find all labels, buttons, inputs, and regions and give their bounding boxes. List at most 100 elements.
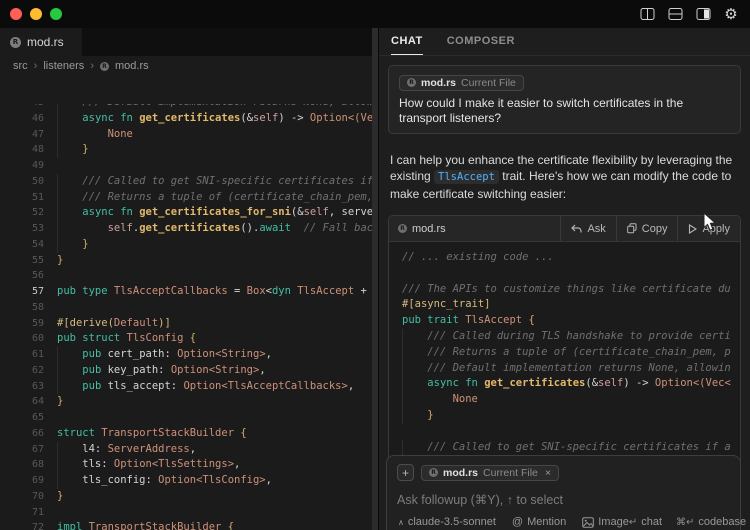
breadcrumb-item-modrs[interactable]: mod.rs (115, 60, 149, 72)
token: )] (158, 317, 171, 329)
send-chat-button[interactable]: ↵chat (629, 516, 662, 528)
copy-button[interactable]: Copy (616, 216, 678, 241)
zoom-button[interactable] (50, 8, 62, 20)
line-number: 68 (0, 457, 57, 473)
code-line: 57pub type TlsAcceptCallbacks = Box<dyn … (0, 284, 372, 300)
keyboard-shortcut: ↵ (629, 517, 637, 528)
token: } (57, 254, 63, 266)
code-line: 55} (0, 253, 372, 269)
token: l4: (57, 443, 108, 455)
token: , (266, 474, 272, 486)
code-line: 62 pub key_path: Option<String>, (0, 363, 372, 379)
line-number: 54 (0, 237, 57, 253)
token (57, 380, 82, 392)
line-number: 61 (0, 347, 57, 363)
line-number: 66 (0, 426, 57, 442)
at-sign-icon: @ (512, 516, 523, 528)
code-line: /// Returns a tuple of (certificate_chai… (402, 345, 740, 361)
code-line: async fn get_certificates(&self) -> Opti… (402, 376, 740, 392)
split-rows-icon-button[interactable] (666, 5, 684, 23)
line-number: 45 (0, 104, 57, 111)
ask-button[interactable]: Ask (560, 216, 615, 241)
code-line (402, 424, 740, 440)
send-codebase-button[interactable]: ⌘↵codebase∧ (676, 516, 750, 528)
tab-mod-rs[interactable]: R mod.rs (0, 28, 82, 56)
breadcrumb-item-src[interactable]: src (13, 60, 28, 72)
code-text: None (402, 392, 740, 408)
image-button-label: Image (598, 516, 629, 528)
line-number: 48 (0, 142, 57, 158)
user-question-text: How could I make it easier to switch cer… (399, 96, 730, 126)
code-line: 48 } (0, 142, 372, 158)
followup-input-box[interactable]: + R mod.rs Current File × Ask followup (… (386, 455, 741, 530)
token: } (57, 238, 89, 250)
code-line: 53 self.get_certificates().await // Fall… (0, 221, 372, 237)
image-button[interactable]: Image (582, 516, 629, 528)
followup-file-chip[interactable]: R mod.rs Current File × (421, 465, 559, 481)
mention-button-label: Mention (527, 516, 566, 528)
line-number: 52 (0, 205, 57, 221)
token: get_certificates (139, 222, 240, 234)
code-text: /// Returns a tuple of (certificate_chai… (402, 345, 740, 361)
chat-tabs: CHAT COMPOSER (379, 28, 750, 56)
rust-file-icon: R (429, 468, 438, 477)
code-text: pub trait TlsAccept { (402, 313, 740, 329)
token: self (253, 112, 278, 124)
code-line: // ... existing code ... (402, 250, 740, 266)
token: /// Default implementation returns None,… (402, 362, 731, 374)
token: get_certificates (484, 377, 585, 389)
token: await (259, 222, 291, 234)
token: /// Called to get SNI-specific certifica… (402, 441, 731, 453)
code-text: async fn get_certificates(&self) -> Opti… (402, 376, 740, 392)
split-columns-icon-button[interactable] (638, 5, 656, 23)
app-window: ⚙ R mod.rs src›listeners›Rmod.rs 45 /// … (0, 0, 750, 530)
breadcrumb-item-listeners[interactable]: listeners (43, 60, 84, 72)
token: Option<String> (177, 348, 266, 360)
line-number: 51 (0, 190, 57, 206)
toolbar-left: ∧claude-3.5-sonnet @ Mention Image (398, 516, 629, 528)
tab-composer[interactable]: COMPOSER (447, 28, 515, 55)
mention-button[interactable]: @ Mention (512, 516, 566, 528)
code-editor[interactable]: 45 /// Default implementation returns No… (0, 104, 372, 530)
model-selector[interactable]: ∧claude-3.5-sonnet (398, 516, 496, 528)
code-text: struct TransportStackBuilder { (57, 426, 372, 442)
breadcrumb-separator: › (34, 60, 38, 72)
chevron-up-icon: ∧ (398, 518, 404, 527)
close-button[interactable] (10, 8, 22, 20)
token: { (234, 427, 247, 439)
line-number: 58 (0, 300, 57, 316)
followup-placeholder[interactable]: Ask followup (⌘Y), ↑ to select (397, 492, 730, 507)
tab-chat[interactable]: CHAT (391, 28, 423, 55)
rust-file-icon: R (10, 37, 21, 48)
chip-close-icon[interactable]: × (545, 467, 551, 479)
minimize-button[interactable] (30, 8, 42, 20)
chip-label: Current File (483, 467, 538, 479)
line-number: 62 (0, 363, 57, 379)
add-context-button[interactable]: + (397, 464, 414, 481)
code-text: impl TransportStackBuilder { (57, 520, 372, 530)
keyboard-shortcut: ⌘↵ (676, 517, 694, 528)
code-line: 45 /// Default implementation returns No… (0, 104, 372, 111)
assistant-message: I can help you enhance the certificate f… (390, 152, 739, 203)
line-number: 50 (0, 174, 57, 190)
code-text: None (57, 127, 372, 143)
code-text: l4: ServerAddress, (57, 442, 372, 458)
code-line: 71 (0, 505, 372, 521)
settings-gear-icon-button[interactable]: ⚙ (722, 5, 740, 23)
token: , server_name (329, 206, 372, 218)
code-line (402, 266, 740, 282)
code-text: // ... existing code ... (402, 250, 740, 266)
line-number: 63 (0, 379, 57, 395)
code-text: async fn get_certificates(&self) -> Opti… (57, 111, 372, 127)
code-text: } (57, 489, 372, 505)
code-text (402, 424, 740, 440)
user-message: R mod.rs Current File How could I make i… (388, 65, 741, 134)
current-file-chip[interactable]: R mod.rs Current File (399, 75, 524, 91)
code-text: /// Returns a tuple of (certificate_chai… (57, 190, 372, 206)
action-label: Apply (702, 223, 730, 235)
line-number: 67 (0, 442, 57, 458)
code-text: tls: Option<TlsSettings>, (57, 457, 372, 473)
play-icon (688, 224, 697, 234)
apply-button[interactable]: Apply (677, 216, 740, 241)
panel-right-icon-button[interactable] (694, 5, 712, 23)
